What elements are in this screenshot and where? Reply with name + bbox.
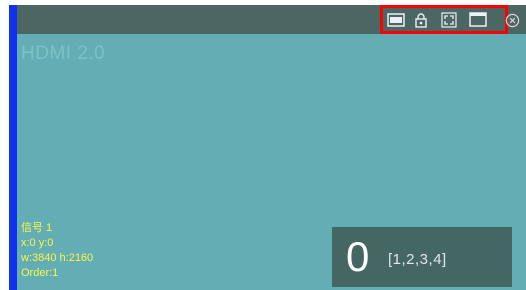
abc-icon[interactable] [387, 12, 405, 27]
fullscreen-icon[interactable] [440, 11, 458, 28]
close-icon[interactable] [504, 12, 520, 28]
order-list: [1,2,3,4] [388, 251, 447, 268]
size-label: w:3840 h:2160 [21, 252, 94, 264]
window-info: 信号 1 x:0 y:0 w:3840 h:2160 Order:1 [21, 221, 93, 281]
order-panel: 0 [1,2,3,4] [332, 227, 512, 287]
window-icon[interactable] [469, 12, 487, 27]
window-left-edge [9, 5, 17, 290]
signal-label: 信号 1 [21, 222, 53, 234]
order-label: Order:1 [21, 267, 59, 279]
position-label: x:0 y:0 [21, 237, 54, 249]
display-window[interactable]: HDMI 2.0 信号 1 x:0 y:0 w:3840 h:2160 Orde… [9, 5, 526, 290]
source-label: HDMI 2.0 [21, 43, 106, 64]
order-number: 0 [346, 233, 370, 280]
lock-icon[interactable] [412, 12, 430, 28]
